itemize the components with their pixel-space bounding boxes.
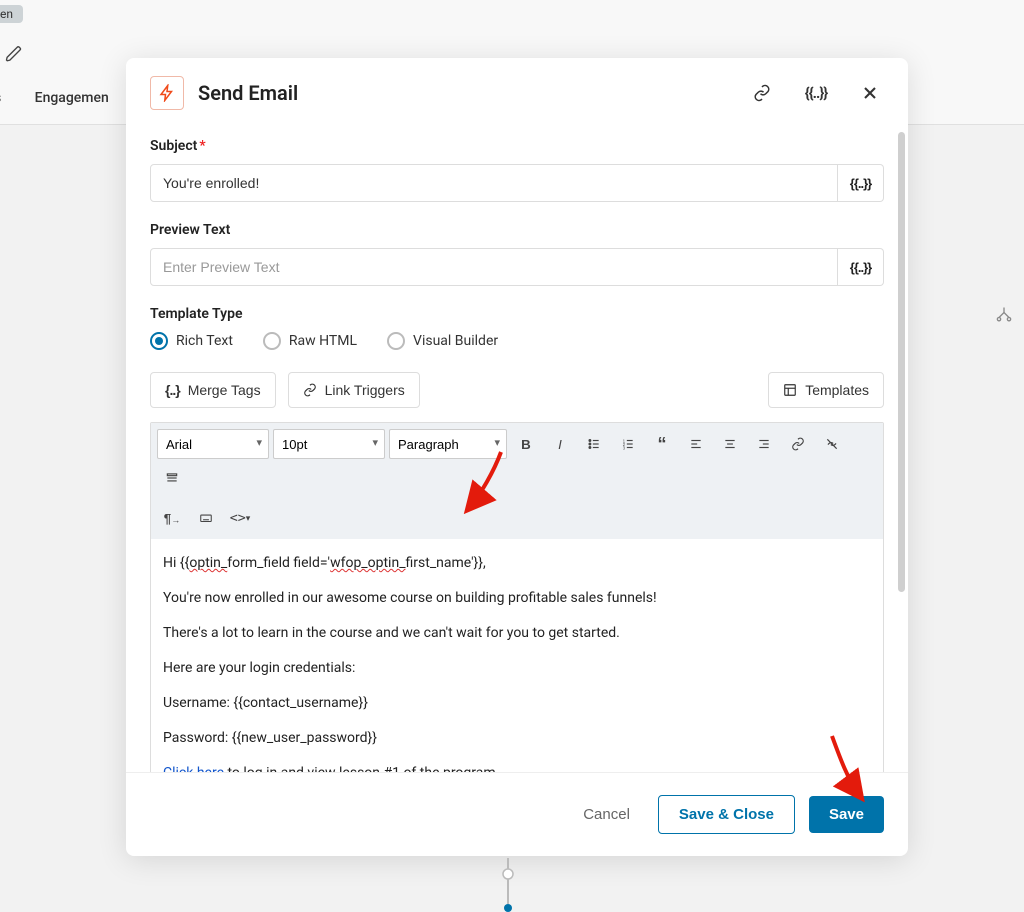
body-line: Password: {{new_user_password}} bbox=[163, 728, 871, 749]
keyboard-icon[interactable] bbox=[191, 503, 221, 533]
link-icon bbox=[303, 383, 317, 397]
paragraph-mark-icon[interactable]: ¶→ bbox=[157, 503, 187, 533]
send-email-modal: Send Email {{..}} Subject* {{..}} Previe… bbox=[126, 58, 908, 856]
radio-dot-icon bbox=[263, 332, 281, 350]
preview-input[interactable] bbox=[150, 248, 838, 286]
template-type-label: Template Type bbox=[150, 306, 884, 322]
modal-body: Subject* {{..}} Preview Text {{..}} Temp… bbox=[126, 128, 908, 772]
close-icon[interactable] bbox=[856, 79, 884, 107]
bold-icon[interactable]: B bbox=[511, 429, 541, 459]
rich-text-editor: Arial 10pt Paragraph B I 123 “ ¶→ <>▾ bbox=[150, 422, 884, 772]
subject-label: Subject* bbox=[150, 138, 884, 154]
split-icon[interactable] bbox=[994, 305, 1014, 329]
radio-dot-icon bbox=[150, 332, 168, 350]
radio-rich-text[interactable]: Rich Text bbox=[150, 332, 233, 350]
merge-glyph-icon: {..} bbox=[165, 382, 180, 398]
insert-link-icon[interactable] bbox=[783, 429, 813, 459]
bg-nav: cts Engagemen bbox=[0, 90, 139, 106]
blockquote-icon[interactable]: “ bbox=[647, 429, 677, 459]
body-link[interactable]: Click here bbox=[163, 765, 224, 772]
body-line: Here are your login credentials: bbox=[163, 658, 871, 679]
lightning-icon bbox=[150, 76, 184, 110]
unlink-icon[interactable] bbox=[817, 429, 847, 459]
pencil-icon bbox=[5, 45, 23, 67]
link-triggers-button[interactable]: Link Triggers bbox=[288, 372, 420, 408]
preview-group: Preview Text {{..}} bbox=[150, 222, 884, 286]
body-line: Hi {{optin_form_field field='wfop_optin_… bbox=[163, 553, 871, 574]
radio-dot-icon bbox=[387, 332, 405, 350]
bg-nav-engagement[interactable]: Engagemen bbox=[35, 90, 109, 106]
modal-header: Send Email {{..}} bbox=[126, 58, 908, 128]
font-size-select[interactable]: 10pt bbox=[273, 429, 385, 459]
workflow-connector-icon bbox=[497, 858, 519, 912]
subject-group: Subject* {{..}} bbox=[150, 138, 884, 202]
subject-merge-button[interactable]: {{..}} bbox=[838, 164, 884, 202]
template-type-group: Template Type Rich Text Raw HTML Visual … bbox=[150, 306, 884, 350]
required-mark: * bbox=[199, 138, 205, 154]
link-icon[interactable] bbox=[748, 79, 776, 107]
merge-tags-button[interactable]: {..} Merge Tags bbox=[150, 372, 276, 408]
template-icon bbox=[783, 383, 797, 397]
align-left-icon[interactable] bbox=[681, 429, 711, 459]
templates-button[interactable]: Templates bbox=[768, 372, 884, 408]
align-right-icon[interactable] bbox=[749, 429, 779, 459]
bg-nav-contacts[interactable]: cts bbox=[0, 90, 1, 106]
body-line: Username: {{contact_username}} bbox=[163, 693, 871, 714]
preview-label: Preview Text bbox=[150, 222, 884, 238]
merge-tags-icon[interactable]: {{..}} bbox=[802, 79, 830, 107]
bullet-list-icon[interactable] bbox=[579, 429, 609, 459]
save-button[interactable]: Save bbox=[809, 796, 884, 833]
bg-tag: en bbox=[0, 5, 23, 23]
more-icon[interactable] bbox=[157, 463, 187, 493]
modal-title: Send Email bbox=[198, 81, 722, 105]
body-line: Click here to log in and view lesson #1 … bbox=[163, 763, 871, 772]
scrollbar[interactable] bbox=[898, 132, 905, 592]
numbered-list-icon[interactable]: 123 bbox=[613, 429, 643, 459]
paragraph-select[interactable]: Paragraph bbox=[389, 429, 507, 459]
preview-merge-button[interactable]: {{..}} bbox=[838, 248, 884, 286]
align-center-icon[interactable] bbox=[715, 429, 745, 459]
save-close-button[interactable]: Save & Close bbox=[658, 795, 795, 834]
cancel-button[interactable]: Cancel bbox=[569, 798, 644, 831]
body-line: You're now enrolled in our awesome cours… bbox=[163, 588, 871, 609]
tagbar: {..} Merge Tags Link Triggers Templates bbox=[150, 372, 884, 408]
radio-raw-html[interactable]: Raw HTML bbox=[263, 332, 357, 350]
svg-text:3: 3 bbox=[623, 445, 626, 450]
font-select[interactable]: Arial bbox=[157, 429, 269, 459]
subject-input[interactable] bbox=[150, 164, 838, 202]
editor-content[interactable]: Hi {{optin_form_field field='wfop_optin_… bbox=[151, 539, 883, 772]
radio-visual-builder[interactable]: Visual Builder bbox=[387, 332, 498, 350]
code-icon[interactable]: <>▾ bbox=[225, 503, 255, 533]
body-line: There's a lot to learn in the course and… bbox=[163, 623, 871, 644]
modal-footer: Cancel Save & Close Save bbox=[126, 772, 908, 856]
italic-icon[interactable]: I bbox=[545, 429, 575, 459]
editor-toolbar: Arial 10pt Paragraph B I 123 “ ¶→ <>▾ bbox=[151, 423, 883, 539]
